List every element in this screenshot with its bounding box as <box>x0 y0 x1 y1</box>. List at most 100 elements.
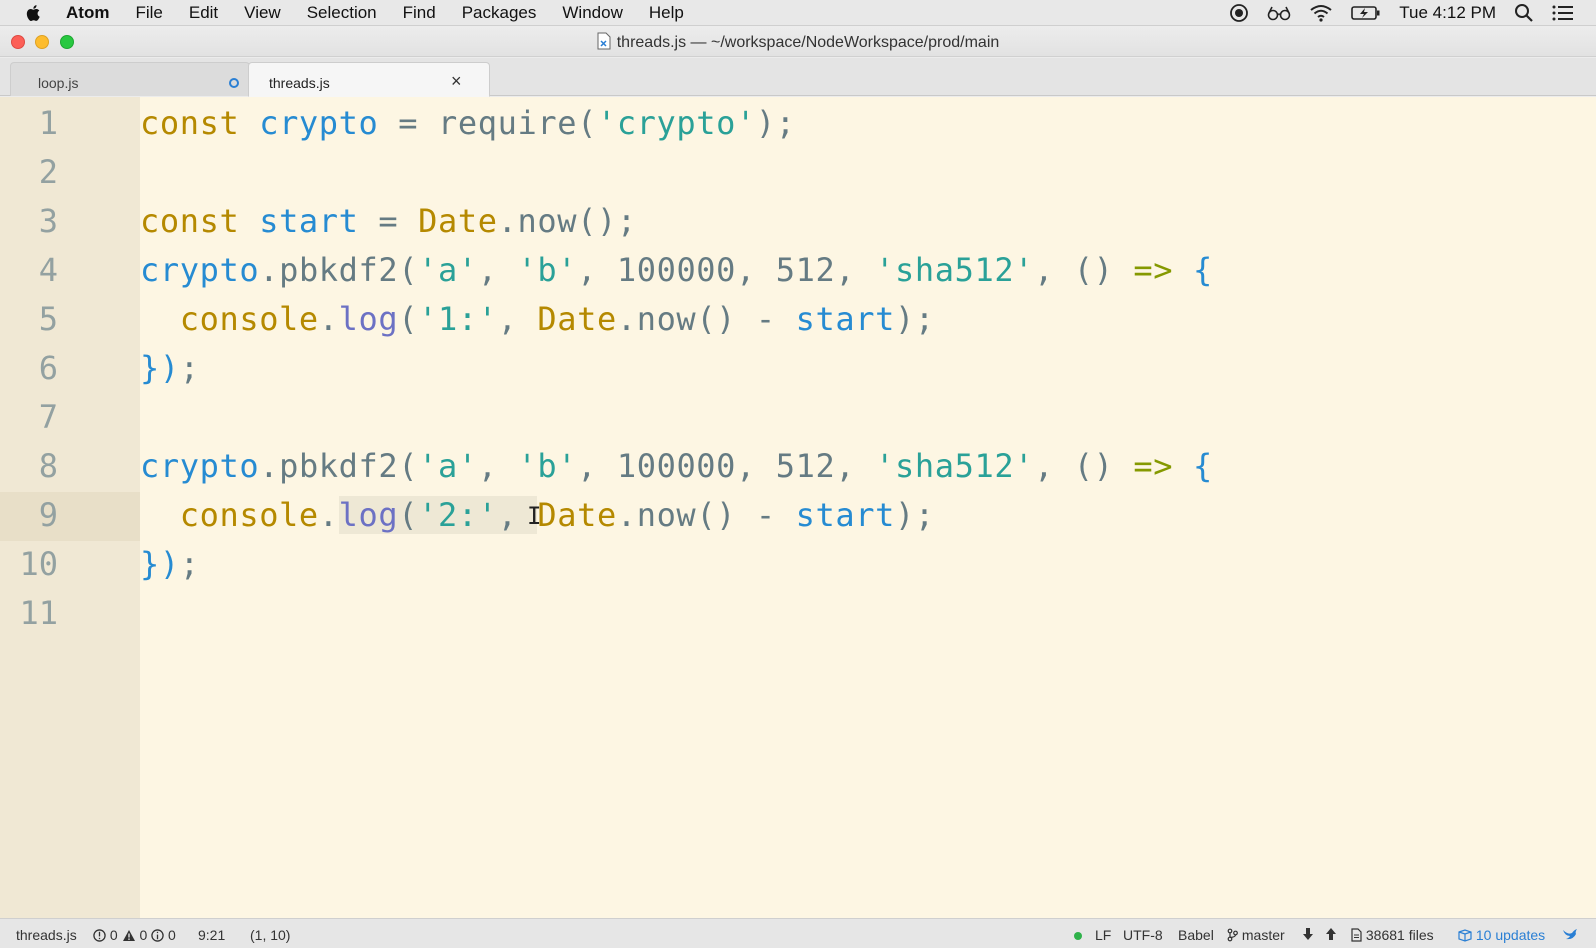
package-updates[interactable]: 10 updates <box>1458 927 1545 943</box>
ibeam-cursor-icon: I <box>527 502 542 530</box>
tab-loop-js[interactable]: loop.js <box>10 62 250 96</box>
punctuation-token: ); <box>895 496 935 534</box>
method-token: pbkdf2 <box>279 447 399 485</box>
menu-help[interactable]: Help <box>649 3 684 23</box>
punctuation-token: . <box>259 251 280 289</box>
tab-label: threads.js <box>269 75 330 91</box>
punctuation-token: (); <box>577 202 637 240</box>
number-token: 100000 <box>616 447 737 485</box>
function-token: require <box>438 104 578 142</box>
class-token: Date <box>537 496 617 534</box>
search-icon[interactable] <box>1514 3 1534 23</box>
code-line-5[interactable]: console.log('1:', Date.now() - start); <box>140 295 935 344</box>
encoding-selector[interactable]: UTF-8 <box>1123 927 1163 943</box>
git-push-icon[interactable] <box>1325 927 1337 944</box>
tab-label: loop.js <box>38 75 79 91</box>
selection-count[interactable]: (1, 10) <box>250 927 290 943</box>
menu-view[interactable]: View <box>244 3 281 23</box>
warning-count: 0 <box>139 927 148 943</box>
code-line-4[interactable]: crypto.pbkdf2('a', 'b', 100000, 512, 'sh… <box>140 246 1213 295</box>
operator-token: - <box>755 300 776 338</box>
menubar-clock[interactable]: Tue 4:12 PM <box>1399 3 1496 23</box>
code-line-8[interactable]: crypto.pbkdf2('a', 'b', 100000, 512, 'sh… <box>140 442 1213 491</box>
number-token: 512 <box>775 447 836 485</box>
class-token: Date <box>537 300 617 338</box>
punctuation-token: ( <box>577 104 597 142</box>
updates-label: 10 updates <box>1475 927 1546 943</box>
punctuation-token: , <box>477 251 518 289</box>
code-editor[interactable]: 1 2 3 4 5 6 7 8 9 10 11 const crypto = r… <box>0 97 1596 918</box>
feedback-bird-icon[interactable] <box>1562 927 1578 944</box>
identifier-token: start <box>795 300 895 338</box>
error-count: 0 <box>109 927 118 943</box>
identifier-token: crypto <box>259 104 379 142</box>
identifier-token: start <box>795 496 895 534</box>
punctuation-token: ( <box>398 300 419 338</box>
close-tab-icon[interactable]: × <box>451 71 462 92</box>
files-count-label: 38681 files <box>1365 927 1434 943</box>
menu-find[interactable]: Find <box>403 3 436 23</box>
punctuation-token: . <box>259 447 280 485</box>
string-token: '2:' <box>418 496 498 534</box>
linter-summary[interactable]: 0 0 0 <box>93 927 176 943</box>
punctuation-token: ; <box>179 349 200 387</box>
line-number: 8 <box>38 447 58 485</box>
list-icon[interactable] <box>1552 4 1574 22</box>
line-ending-selector[interactable]: LF <box>1095 927 1111 943</box>
error-icon <box>93 929 106 942</box>
method-token: now <box>636 496 697 534</box>
cursor-position[interactable]: 9:21 <box>198 927 225 943</box>
glasses-icon[interactable] <box>1267 5 1291 21</box>
tab-threads-js[interactable]: threads.js × <box>248 62 490 97</box>
string-token: 'crypto' <box>596 104 756 142</box>
macos-menubar: Atom File Edit View Selection Find Packa… <box>0 0 1596 26</box>
info-count: 0 <box>168 927 176 943</box>
punctuation-token: , <box>477 447 518 485</box>
punctuation-token: . <box>497 202 518 240</box>
method-token: log <box>338 496 399 534</box>
brace-token: }) <box>140 545 180 583</box>
menu-selection[interactable]: Selection <box>307 3 377 23</box>
identifier-token: crypto <box>140 447 260 485</box>
line-number: 7 <box>38 398 58 436</box>
string-token: 'a' <box>418 447 478 485</box>
indent-token <box>140 496 180 534</box>
tab-bar: loop.js threads.js × <box>0 58 1596 97</box>
battery-icon[interactable] <box>1351 5 1381 21</box>
wifi-icon[interactable] <box>1309 4 1333 22</box>
punctuation-token: () <box>1073 447 1114 485</box>
window-title-area: threads.js — ~/workspace/NodeWorkspace/p… <box>0 32 1596 52</box>
line-number: 1 <box>38 104 58 142</box>
git-branch[interactable]: master <box>1227 927 1285 943</box>
menu-packages[interactable]: Packages <box>462 3 537 23</box>
record-icon[interactable] <box>1229 3 1249 23</box>
menu-file[interactable]: File <box>135 3 162 23</box>
punctuation-token: . <box>318 496 339 534</box>
line-number: 4 <box>38 251 58 289</box>
menu-window[interactable]: Window <box>562 3 622 23</box>
code-line-1[interactable]: const crypto = require('crypto'); <box>140 99 796 148</box>
git-status-icon <box>1074 927 1082 943</box>
git-pull-icon[interactable] <box>1302 927 1314 944</box>
line-number: 10 <box>19 545 58 583</box>
warning-icon <box>122 930 135 941</box>
keyword-token: const <box>140 104 240 142</box>
brace-token: { <box>1193 251 1213 289</box>
number-token: 100000 <box>616 251 737 289</box>
menu-edit[interactable]: Edit <box>189 3 218 23</box>
menu-atom[interactable]: Atom <box>66 3 109 23</box>
grammar-selector[interactable]: Babel <box>1178 927 1214 943</box>
line-number: 9 <box>38 496 58 534</box>
code-line-3[interactable]: const start = Date.now(); <box>140 197 637 246</box>
code-line-10[interactable]: }); <box>140 540 200 589</box>
apple-icon[interactable] <box>24 3 44 23</box>
project-files-count[interactable]: 38681 files <box>1351 927 1434 943</box>
operator-token: = <box>358 202 419 240</box>
package-icon <box>1458 929 1472 942</box>
punctuation-token: ); <box>895 300 935 338</box>
code-line-6[interactable]: }); <box>140 344 200 393</box>
status-file-name[interactable]: threads.js <box>16 927 77 943</box>
